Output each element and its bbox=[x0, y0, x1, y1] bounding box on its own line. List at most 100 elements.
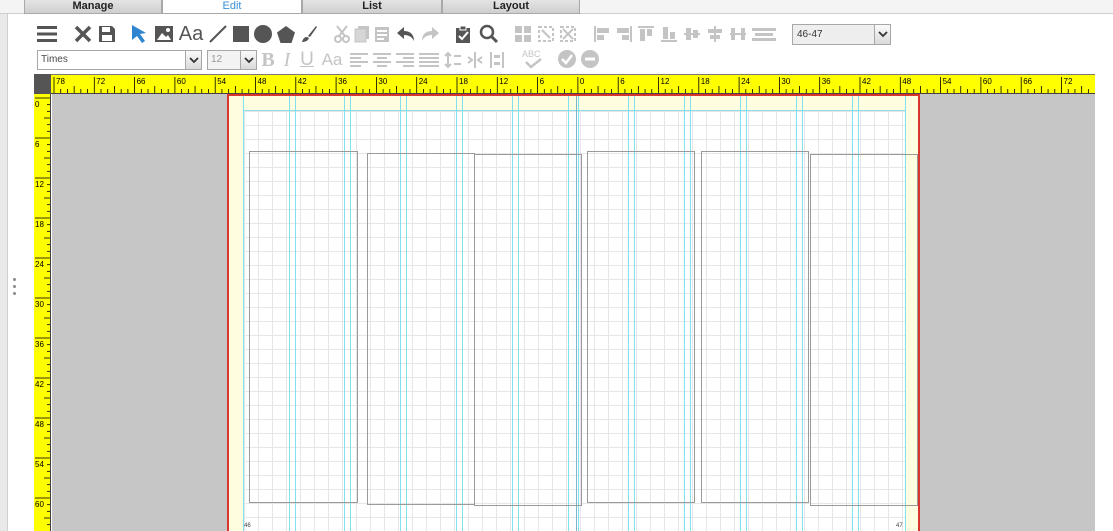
font-size-select[interactable]: 12 bbox=[207, 50, 257, 70]
horizontal-ruler[interactable]: 78 72 66 60 54 48 42 36 30 24 18 12 6 0 6 12 18 24 30 36 42 4… bbox=[34, 74, 1095, 94]
panel-resize-handle[interactable] bbox=[10, 278, 18, 308]
ruler-label: 12 bbox=[499, 77, 508, 86]
line-icon[interactable] bbox=[208, 24, 228, 44]
ruler-label: 72 bbox=[96, 77, 105, 86]
redo-icon[interactable] bbox=[419, 24, 441, 44]
rectangle-icon[interactable] bbox=[231, 24, 251, 44]
chevron-down-icon[interactable] bbox=[874, 25, 890, 44]
search-icon[interactable] bbox=[478, 24, 500, 44]
distribute-vertical-icon[interactable] bbox=[487, 50, 507, 70]
ruler-label: 54 bbox=[217, 77, 226, 86]
italic-icon[interactable]: I bbox=[279, 49, 295, 71]
page-select-value: 46-47 bbox=[797, 29, 823, 40]
underline-icon[interactable]: U bbox=[298, 49, 316, 71]
line-spacing-icon[interactable] bbox=[443, 50, 463, 70]
vertical-ruler[interactable]: 0 6 12 18 24 30 36 42 48 54 60 bbox=[34, 94, 51, 531]
ruler-label: 48 bbox=[35, 420, 44, 429]
text-frame[interactable] bbox=[587, 151, 695, 503]
ruler-label: 36 bbox=[822, 77, 831, 86]
right-page-number: 47 bbox=[896, 523, 903, 529]
text-frame[interactable] bbox=[701, 151, 809, 503]
text-style-icon[interactable]: Aa bbox=[318, 49, 346, 71]
ruler-corner bbox=[34, 74, 51, 94]
align-center-icon[interactable] bbox=[614, 24, 634, 44]
ruler-label: 6 bbox=[35, 140, 40, 149]
clipboard-icon[interactable] bbox=[454, 24, 474, 44]
cut-icon[interactable] bbox=[333, 24, 351, 44]
ruler-label: 54 bbox=[943, 77, 952, 86]
paste-icon[interactable] bbox=[373, 24, 391, 44]
approve-icon[interactable] bbox=[557, 49, 577, 69]
undo-icon[interactable] bbox=[395, 24, 417, 44]
ruler-label: 42 bbox=[35, 380, 44, 389]
column-guide[interactable] bbox=[243, 96, 244, 531]
brush-icon[interactable] bbox=[299, 24, 319, 44]
tab-list[interactable]: List bbox=[302, 0, 442, 14]
ruler-label: 18 bbox=[459, 77, 468, 86]
ruler-label: 54 bbox=[35, 460, 44, 469]
chevron-down-icon[interactable] bbox=[185, 51, 201, 69]
left-page-number: 46 bbox=[244, 523, 251, 529]
text-frame[interactable] bbox=[249, 151, 358, 503]
align-bottom-icon[interactable] bbox=[659, 24, 679, 44]
ruler-label: 18 bbox=[35, 220, 44, 229]
tab-manage[interactable]: Manage bbox=[24, 0, 162, 14]
text-frame[interactable] bbox=[474, 154, 582, 506]
paragraph-right-icon[interactable] bbox=[395, 50, 415, 70]
copy-icon[interactable] bbox=[353, 24, 371, 44]
image-icon[interactable] bbox=[153, 24, 175, 44]
ruler-label: 42 bbox=[862, 77, 871, 86]
text-frame[interactable] bbox=[367, 153, 475, 505]
ruler-label: 48 bbox=[258, 77, 267, 86]
align-top-icon[interactable] bbox=[636, 24, 656, 44]
ruler-label: 24 bbox=[741, 77, 750, 86]
paragraph-justify-icon[interactable] bbox=[418, 50, 440, 70]
ruler-label: 36 bbox=[338, 77, 347, 86]
font-size-value: 12 bbox=[211, 54, 223, 65]
save-icon[interactable] bbox=[97, 24, 117, 44]
text-frame[interactable] bbox=[810, 154, 918, 506]
tab-layout[interactable]: Layout bbox=[442, 0, 580, 14]
delete-group-icon[interactable] bbox=[558, 24, 578, 44]
layout-canvas[interactable]: 46 47 bbox=[52, 94, 1095, 531]
ruler-label: 0 bbox=[35, 100, 40, 109]
horizontal-ruler-ticks: 78 72 66 60 54 48 42 36 30 24 18 12 6 0 6 12 18 24 30 36 42 4… bbox=[53, 77, 1089, 93]
font-family-value: Times bbox=[41, 54, 68, 65]
circle-icon[interactable] bbox=[253, 24, 273, 44]
left-panel-strip bbox=[0, 14, 8, 531]
distribute-horizontal-icon[interactable] bbox=[728, 24, 748, 44]
ruler-label: 12 bbox=[661, 77, 670, 86]
spellcheck-label: ABC bbox=[522, 49, 541, 59]
ruler-label: 6 bbox=[620, 77, 625, 86]
bold-icon[interactable]: B bbox=[260, 49, 276, 71]
column-spacing-icon[interactable] bbox=[465, 50, 485, 70]
ruler-label: 48 bbox=[902, 77, 911, 86]
spacing-icon[interactable] bbox=[750, 24, 778, 44]
ungroup-icon[interactable] bbox=[536, 24, 556, 44]
tab-edit[interactable]: Edit bbox=[162, 0, 302, 14]
font-family-select[interactable]: Times bbox=[37, 50, 202, 70]
ruler-label: 36 bbox=[35, 340, 44, 349]
paragraph-left-icon[interactable] bbox=[349, 50, 369, 70]
text-icon[interactable]: Aa bbox=[176, 22, 206, 46]
page-spread[interactable]: 46 47 bbox=[227, 94, 920, 531]
ruler-label: 24 bbox=[419, 77, 428, 86]
chevron-down-icon[interactable] bbox=[240, 51, 256, 69]
ruler-label: 0 bbox=[580, 77, 585, 86]
group-icon[interactable] bbox=[513, 24, 533, 44]
ruler-label: 60 bbox=[983, 77, 992, 86]
spellcheck-icon[interactable]: ABC bbox=[519, 48, 547, 70]
reject-icon[interactable] bbox=[580, 49, 600, 69]
paragraph-center-icon[interactable] bbox=[372, 50, 392, 70]
align-left-icon[interactable] bbox=[592, 24, 612, 44]
close-icon[interactable] bbox=[73, 24, 93, 44]
align-middle-icon[interactable] bbox=[682, 24, 702, 44]
ruler-label: 66 bbox=[137, 77, 146, 86]
menu-icon[interactable] bbox=[36, 24, 58, 44]
polygon-icon[interactable] bbox=[276, 24, 296, 44]
distribute-icon[interactable] bbox=[705, 24, 725, 44]
app-window: Manage Edit List Layout Aa 46-47 Times 1… bbox=[0, 0, 1113, 531]
page-select[interactable]: 46-47 bbox=[792, 24, 891, 45]
ruler-label: 60 bbox=[35, 500, 44, 509]
select-arrow-icon[interactable] bbox=[129, 24, 149, 44]
